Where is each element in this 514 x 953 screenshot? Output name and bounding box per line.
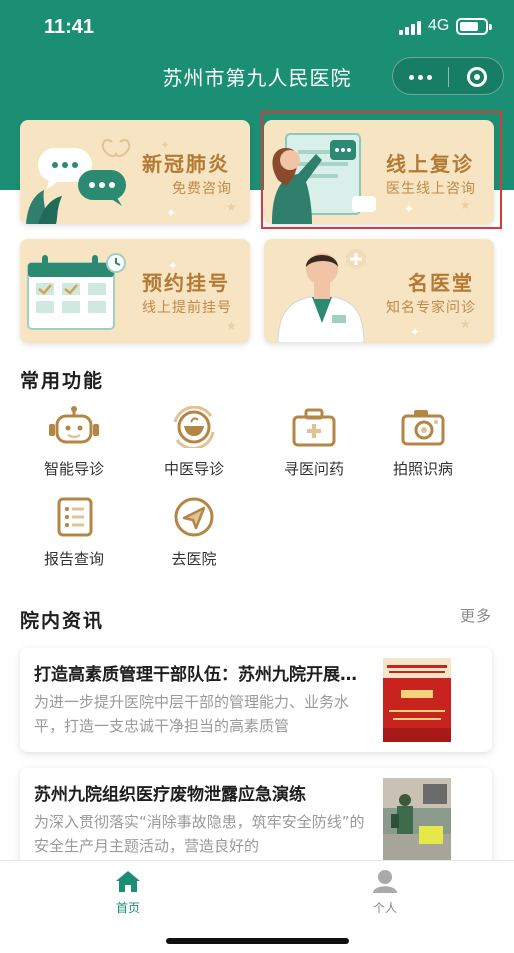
mini-program-capsule [392, 57, 504, 95]
function-go-hospital[interactable]: 去医院 [144, 496, 244, 569]
card-title: 名医堂 [408, 271, 474, 295]
card-famous-doctors[interactable]: ★ ✦ 名医堂 知名专家问诊 [264, 239, 494, 343]
news-item[interactable]: 苏州九院组织医疗废物泄露应急演练 为深入贯彻落实“消除事故隐患，筑牢安全防线”的… [20, 768, 492, 872]
home-indicator [166, 938, 349, 944]
user-icon [373, 870, 397, 893]
card-subtitle: 知名专家问诊 [386, 300, 476, 316]
card-covid-consult[interactable]: ✦ ✦ ★ 新冠肺炎 免费咨询 [20, 120, 250, 224]
news-item[interactable]: 打造高素质管理干部队伍：苏州九院开展中层干部管理素质提升培训班 为进一步提升医院… [20, 648, 492, 752]
function-label: 拍照识病 [392, 460, 453, 478]
card-title: 预约挂号 [142, 271, 230, 295]
tab-label: 个人 [372, 901, 397, 915]
herb-bowl-icon [173, 406, 215, 448]
status-time: 11:41 [44, 16, 95, 38]
function-find-doctor[interactable]: 寻医问药 [264, 406, 364, 479]
function-photo-diagnosis[interactable]: 拍照识病 [373, 406, 473, 479]
function-label: 寻医问药 [283, 460, 344, 478]
function-label: 去医院 [171, 550, 217, 568]
news-thumbnail-drill [383, 778, 451, 862]
section-title-functions: 常用功能 [20, 370, 105, 392]
robot-icon [49, 406, 99, 444]
card-subtitle: 线上提前挂号 [142, 300, 232, 316]
chat-bubbles-illustration [26, 138, 131, 224]
camera-icon [401, 410, 445, 446]
news-thumbnail-training [383, 658, 451, 742]
card-appointment[interactable]: ★ ✦ 预约挂号 线上提前挂号 [20, 239, 250, 343]
function-label: 中医导诊 [163, 460, 224, 478]
function-report-query[interactable]: 报告查询 [24, 496, 124, 569]
report-list-icon [57, 497, 93, 537]
news-title: 苏州九院组织医疗废物泄露应急演练 [34, 785, 306, 805]
close-mini-program-icon[interactable] [449, 58, 505, 96]
more-options-icon[interactable] [393, 58, 448, 96]
medical-kit-icon [292, 408, 336, 447]
news-title: 打造高素质管理干部队伍：苏州九院开展中层干部管理素质提升培训班 [34, 665, 369, 685]
doctor-illustration [277, 249, 366, 343]
news-summary: 为进一步提升医院中层干部的管理能力、业务水平，打造一支忠诚干净担当的高素质管 [34, 693, 350, 735]
tab-home[interactable]: 首页 [78, 869, 178, 916]
function-smart-guide[interactable]: 智能导诊 [24, 406, 124, 479]
selection-highlight [261, 111, 502, 229]
home-icon [116, 871, 140, 892]
status-bar: 11:41 4G [0, 0, 514, 56]
signal-icon [399, 21, 423, 35]
card-subtitle: 免费咨询 [172, 181, 232, 197]
news-more-link[interactable]: 更多 [460, 605, 492, 626]
function-label: 智能导诊 [43, 460, 104, 478]
battery-icon [456, 18, 492, 35]
function-label: 报告查询 [43, 550, 104, 568]
calendar-illustration [27, 253, 126, 330]
function-tcm-guide[interactable]: 中医导诊 [144, 406, 244, 479]
tab-label: 首页 [115, 901, 140, 915]
card-title: 新冠肺炎 [142, 152, 230, 176]
network-type: 4G [428, 17, 450, 34]
section-title-news: 院内资讯 [20, 610, 105, 632]
navigation-arrow-icon [174, 497, 214, 537]
news-summary: 为深入贯彻落实“消除事故隐患，筑牢安全防线”的安全生产月主题活动，营造良好的 [34, 813, 365, 855]
tab-profile[interactable]: 个人 [335, 869, 435, 916]
